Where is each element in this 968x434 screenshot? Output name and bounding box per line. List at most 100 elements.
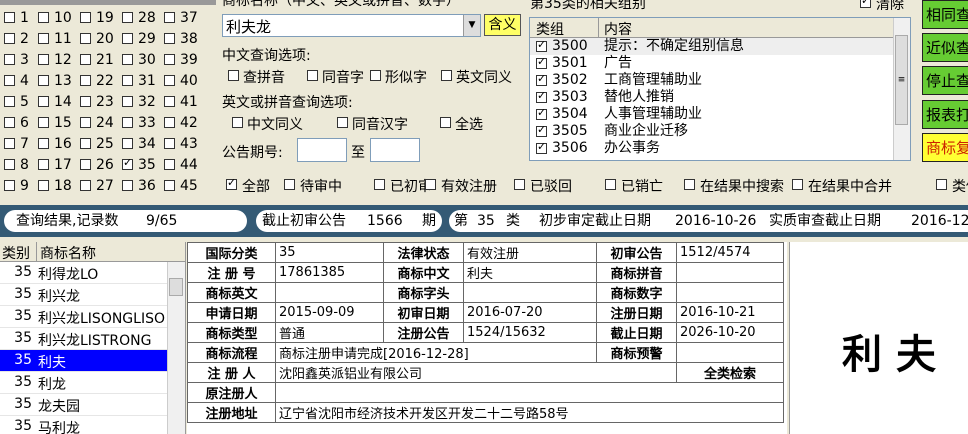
gazette-from-input[interactable] xyxy=(297,138,347,162)
list-item[interactable]: 35 龙夫园 xyxy=(0,394,167,416)
status-filter-checkbox[interactable] xyxy=(284,179,295,190)
cn-option-checkbox[interactable] xyxy=(228,70,239,81)
side-button-1[interactable]: 近似查 xyxy=(922,33,968,62)
status-filter-checkbox[interactable] xyxy=(226,176,237,190)
class-checkbox-28[interactable] xyxy=(122,12,133,23)
class-checkbox-36[interactable] xyxy=(122,180,133,191)
class-checkbox-12[interactable] xyxy=(38,54,49,65)
dropdown-chevron-icon[interactable]: ▼ xyxy=(463,15,480,36)
all-class-search-button[interactable]: 全类检索 xyxy=(676,362,784,383)
meaning-button[interactable]: 含义 xyxy=(484,14,521,36)
en-option-checkbox[interactable] xyxy=(440,117,451,128)
class-checkbox-25[interactable] xyxy=(80,138,91,149)
list-item[interactable]: 35 利兴龙LISTRONG xyxy=(0,328,167,350)
class-checkbox-6[interactable] xyxy=(4,117,15,128)
group-checkbox[interactable] xyxy=(536,55,547,69)
results-scrollbar[interactable] xyxy=(167,262,185,434)
group-checkbox[interactable] xyxy=(536,89,547,103)
class-checkbox-2[interactable] xyxy=(4,33,15,44)
class-checkbox-1[interactable] xyxy=(4,12,15,23)
class-checkbox-35[interactable] xyxy=(122,156,133,170)
class-checkbox-13[interactable] xyxy=(38,75,49,86)
class-checkbox-43[interactable] xyxy=(164,138,175,149)
groups-scroll-thumb[interactable]: ≡ xyxy=(895,35,908,125)
cn-option-checkbox[interactable] xyxy=(441,70,452,81)
class-checkbox-44[interactable] xyxy=(164,159,175,170)
class-checkbox-11[interactable] xyxy=(38,33,49,44)
class-checkbox-9[interactable] xyxy=(4,180,15,191)
status-filter-checkbox[interactable] xyxy=(605,179,616,190)
list-item[interactable]: 35 利龙 xyxy=(0,372,167,394)
class-checkbox-24[interactable] xyxy=(80,117,91,128)
group-checkbox[interactable] xyxy=(536,123,547,137)
group-checkbox[interactable] xyxy=(536,38,547,52)
side-button-0[interactable]: 相同查 xyxy=(922,0,968,29)
class-checkbox-20[interactable] xyxy=(80,33,91,44)
list-item[interactable]: 35 马利龙 xyxy=(0,416,167,434)
side-button-2[interactable]: 停止查 xyxy=(922,66,968,95)
class-checkbox-8[interactable] xyxy=(4,159,15,170)
clear-checkbox[interactable] xyxy=(860,0,871,8)
cn-option-checkbox[interactable] xyxy=(307,70,318,81)
cn-option-checkbox[interactable] xyxy=(370,70,381,81)
class-checkbox-40[interactable] xyxy=(164,75,175,86)
class-checkbox-37[interactable] xyxy=(164,12,175,23)
group-row[interactable]: 3506 办公事务 xyxy=(530,140,895,157)
status-filter-checkbox[interactable] xyxy=(936,179,947,190)
class-checkbox-42[interactable] xyxy=(164,117,175,128)
class-checkbox-7[interactable] xyxy=(4,138,15,149)
group-row[interactable]: 3504 人事管理辅助业 xyxy=(530,106,895,123)
status-filter-checkbox[interactable] xyxy=(425,179,436,190)
class-checkbox-27[interactable] xyxy=(80,180,91,191)
status-filter-checkbox[interactable] xyxy=(374,179,385,190)
status-filter-checkbox[interactable] xyxy=(792,179,803,190)
group-row[interactable]: 3502 工商管理辅助业 xyxy=(530,72,895,89)
class-checkbox-26[interactable] xyxy=(80,159,91,170)
en-option-checkbox[interactable] xyxy=(232,117,243,128)
class-checkbox-45[interactable] xyxy=(164,180,175,191)
class-checkbox-34[interactable] xyxy=(122,138,133,149)
class-checkbox-39[interactable] xyxy=(164,54,175,65)
list-item[interactable]: 35 利得龙LO xyxy=(0,262,167,284)
class-checkbox-15[interactable] xyxy=(38,117,49,128)
class-checkbox-19[interactable] xyxy=(80,12,91,23)
class-checkbox-38[interactable] xyxy=(164,33,175,44)
group-checkbox[interactable] xyxy=(536,72,547,86)
list-item[interactable]: 35 利夫 xyxy=(0,350,167,372)
class-checkbox-31[interactable] xyxy=(122,75,133,86)
class-checkbox-18[interactable] xyxy=(38,180,49,191)
group-checkbox[interactable] xyxy=(536,140,547,154)
list-item[interactable]: 35 利兴龙 xyxy=(0,284,167,306)
results-scroll-thumb[interactable] xyxy=(169,278,183,296)
class-checkbox-5[interactable] xyxy=(4,96,15,107)
status-filter-checkbox[interactable] xyxy=(514,179,525,190)
en-option-checkbox[interactable] xyxy=(337,117,348,128)
class-checkbox-33[interactable] xyxy=(122,117,133,128)
class-checkbox-29[interactable] xyxy=(122,33,133,44)
status-filter-checkbox[interactable] xyxy=(684,179,695,190)
class-checkbox-23[interactable] xyxy=(80,96,91,107)
class-checkbox-4[interactable] xyxy=(4,75,15,86)
class-checkbox-10[interactable] xyxy=(38,12,49,23)
class-checkbox-21[interactable] xyxy=(80,54,91,65)
gazette-to-input[interactable] xyxy=(370,138,420,162)
side-button-4[interactable]: 商标复 xyxy=(922,133,968,162)
trademark-name-input[interactable]: 利夫龙 ▼ xyxy=(222,14,481,37)
group-row[interactable]: 3500 提示：不确定组别信息 xyxy=(530,38,895,55)
class-checkbox-30[interactable] xyxy=(122,54,133,65)
group-row[interactable]: 3501 广告 xyxy=(530,55,895,72)
group-checkbox[interactable] xyxy=(536,106,547,120)
class-checkbox-22[interactable] xyxy=(80,75,91,86)
class-checkbox-14[interactable] xyxy=(38,96,49,107)
class-checkbox-16[interactable] xyxy=(38,138,49,149)
list-item[interactable]: 35 利兴龙LISONGLISO xyxy=(0,306,167,328)
side-button-3[interactable]: 报表打 xyxy=(922,100,968,129)
class-checkbox-32[interactable] xyxy=(122,96,133,107)
detail-table: 国际分类 35 法律状态 有效注册 初审公告 1512/4574 注 册 号 17861… xyxy=(187,242,784,423)
class-checkbox-17[interactable] xyxy=(38,159,49,170)
group-row[interactable]: 3505 商业企业迁移 xyxy=(530,123,895,140)
class-checkbox-41[interactable] xyxy=(164,96,175,107)
group-row[interactable]: 3503 替他人推销 xyxy=(530,89,895,106)
groups-scrollbar[interactable]: ≡ xyxy=(893,18,910,160)
class-checkbox-3[interactable] xyxy=(4,54,15,65)
